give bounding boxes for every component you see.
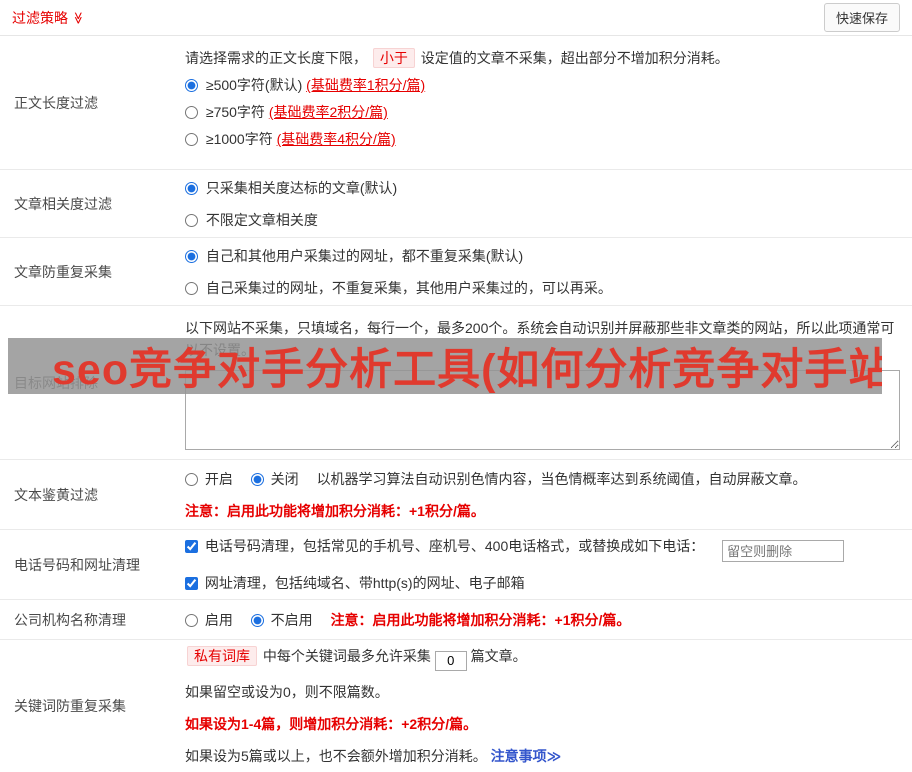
topbar: 过滤策略 ≫ 快速保存	[0, 0, 912, 36]
page-title[interactable]: 过滤策略 ≫	[12, 8, 85, 28]
radio-label: 不限定文章相关度	[205, 211, 318, 228]
watermark-banner: seo竞争对手分析工具(如何分析竞争对手站	[8, 338, 882, 394]
intro-post: 设定值的文章不采集，超出部分不增加积分消耗。	[420, 50, 729, 66]
page: { "colors": { "accent_red": "#e60000", "…	[0, 0, 912, 768]
radio-label: 开启	[204, 470, 233, 487]
relevance-content: 只采集相关度达标的文章(默认) 不限定文章相关度	[185, 170, 912, 237]
private-lexicon-badge: 私有词库	[187, 646, 257, 667]
row-porn-filter: 文本鉴黄过滤 开启 关闭 以机器学习算法自动识别色情内容，当色情概率达到系统阈值…	[0, 460, 912, 530]
radio-label: ≥1000字符	[205, 131, 277, 147]
radio-option-company-enable[interactable]: 启用	[185, 612, 237, 628]
radio-option-1000-chars[interactable]: ≥1000字符 (基础费率4积分/篇)	[185, 128, 900, 150]
radio-1000-chars[interactable]	[185, 133, 198, 146]
less-than-badge: 小于	[372, 48, 415, 68]
company-cost-note: 注意：启用此功能将增加积分消耗：+1积分/篇。	[330, 611, 631, 628]
checkbox-option-url-cleanup[interactable]: 网址清理，包括纯域名、带http(s)的网址、电子邮箱	[185, 575, 525, 591]
radio-option-750-chars[interactable]: ≥750字符 (基础费率2积分/篇)	[185, 101, 900, 123]
chevron-down-icon: ≫	[71, 11, 86, 24]
radio-750-chars[interactable]	[185, 106, 198, 119]
limit-text-mid: 中每个关键词最多允许采集	[262, 648, 435, 665]
checkbox-option-phone-cleanup[interactable]: 电话号码清理，包括常见的手机号、座机号、400电话格式，或替换成如下电话：	[185, 538, 708, 554]
company-label: 公司机构名称清理	[14, 611, 126, 628]
porn-filter-label: 文本鉴黄过滤	[14, 486, 98, 503]
radio-option-porn-off[interactable]: 关闭	[250, 470, 303, 487]
radio-label: 只采集相关度达标的文章(默认)	[205, 179, 398, 196]
keyword-note-zero: 如果留空或设为0，则不限篇数。	[185, 683, 389, 700]
page-title-text: 过滤策略	[12, 9, 68, 26]
keyword-note-five: 如果设为5篇或以上，也不会额外增加积分消耗。 注意事项≫	[185, 745, 900, 767]
radio-dedup-self[interactable]	[185, 281, 198, 295]
radio-company-enable[interactable]	[185, 613, 198, 627]
radio-dedup-global[interactable]	[185, 249, 198, 263]
radio-porn-on[interactable]	[185, 472, 198, 486]
radio-option-company-disable[interactable]: 不启用	[250, 611, 317, 628]
radio-relevance-strict[interactable]	[185, 181, 198, 195]
body-length-content: 请选择需求的正文长度下限， 小于 设定值的文章不采集，超出部分不增加积分消耗。 …	[185, 36, 912, 169]
row-keyword-dedup: 关键词防重复采集 私有词库 中每个关键词最多允许采集 篇文章。 如果留空或设为0…	[0, 640, 912, 772]
radio-label: 自己采集过的网址，不重复采集，其他用户采集过的，可以再采。	[205, 279, 612, 296]
checkbox-url-cleanup[interactable]	[185, 577, 198, 591]
watermark-text: seo竞争对手分析工具(如何分析竞争对手站	[52, 346, 882, 394]
fee-note: (基础费率2积分/篇)	[268, 104, 388, 120]
radio-label: 不启用	[270, 611, 313, 628]
radio-option-relevance-any[interactable]: 不限定文章相关度	[185, 209, 900, 231]
phone-cleanup-line: 电话号码清理，包括常见的手机号、座机号、400电话格式，或替换成如下电话：	[185, 535, 900, 563]
radio-company-disable[interactable]	[250, 613, 264, 627]
row-body-length-filter: 正文长度过滤 请选择需求的正文长度下限， 小于 设定值的文章不采集，超出部分不增…	[0, 36, 912, 170]
phone-url-content: 电话号码清理，包括常见的手机号、座机号、400电话格式，或替换成如下电话： 网址…	[185, 530, 912, 599]
dedup-label: 文章防重复采集	[14, 263, 112, 280]
note-five-text: 如果设为5篇或以上，也不会额外增加积分消耗。	[185, 747, 491, 764]
keyword-dedup-content: 私有词库 中每个关键词最多允许采集 篇文章。 如果留空或设为0，则不限篇数。 如…	[185, 640, 912, 772]
radio-label: ≥750字符	[205, 104, 269, 120]
checkbox-label: 网址清理，包括纯域名、带http(s)的网址、电子邮箱	[204, 575, 525, 592]
radio-label: 启用	[204, 611, 233, 628]
checkbox-label: 电话号码清理，包括常见的手机号、座机号、400电话格式，或替换成如下电话：	[204, 537, 705, 554]
company-options: 启用 不启用 注意：启用此功能将增加积分消耗：+1积分/篇。	[185, 609, 900, 631]
phone-url-label: 电话号码和网址清理	[14, 556, 140, 573]
radio-label: 自己和其他用户采集过的网址，都不重复采集(默认)	[205, 247, 524, 264]
phone-replacement-input[interactable]	[722, 540, 845, 563]
porn-filter-description: 以机器学习算法自动识别色情内容，当色情概率达到系统阈值，自动屏蔽文章。	[316, 470, 807, 487]
dedup-content: 自己和其他用户采集过的网址，都不重复采集(默认) 自己采集过的网址，不重复采集，…	[185, 238, 912, 305]
porn-filter-content: 开启 关闭 以机器学习算法自动识别色情内容，当色情概率达到系统阈值，自动屏蔽文章…	[185, 460, 912, 529]
body-length-label: 正文长度过滤	[14, 94, 98, 111]
company-content: 启用 不启用 注意：启用此功能将增加积分消耗：+1积分/篇。	[185, 600, 912, 639]
fee-note: (基础费率4积分/篇)	[276, 131, 396, 147]
radio-500-chars[interactable]	[185, 79, 198, 92]
keyword-limit-line: 私有词库 中每个关键词最多允许采集 篇文章。	[185, 645, 900, 671]
body-length-intro: 请选择需求的正文长度下限， 小于 设定值的文章不采集，超出部分不增加积分消耗。	[185, 47, 900, 69]
radio-relevance-any[interactable]	[185, 213, 198, 227]
checkbox-phone-cleanup[interactable]	[185, 539, 198, 553]
row-relevance-filter: 文章相关度过滤 只采集相关度达标的文章(默认) 不限定文章相关度	[0, 170, 912, 238]
radio-label: ≥500字符(默认)	[205, 77, 307, 93]
row-company-name-cleanup: 公司机构名称清理 启用 不启用 注意：启用此功能将增加积分消耗：+1积分/篇。	[0, 600, 912, 640]
relevance-label: 文章相关度过滤	[14, 195, 112, 212]
url-cleanup-line: 网址清理，包括纯域名、带http(s)的网址、电子邮箱	[185, 572, 900, 594]
radio-porn-off[interactable]	[250, 472, 264, 486]
radio-option-dedup-self[interactable]: 自己采集过的网址，不重复采集，其他用户采集过的，可以再采。	[185, 277, 900, 299]
row-article-dedup: 文章防重复采集 自己和其他用户采集过的网址，都不重复采集(默认) 自己采集过的网…	[0, 238, 912, 306]
radio-option-porn-on[interactable]: 开启	[185, 471, 237, 487]
porn-filter-options: 开启 关闭 以机器学习算法自动识别色情内容，当色情概率达到系统阈值，自动屏蔽文章…	[185, 468, 900, 490]
quick-save-button[interactable]: 快速保存	[823, 3, 900, 32]
keyword-count-input[interactable]	[434, 650, 467, 671]
notice-link[interactable]: 注意事项≫	[491, 748, 562, 764]
limit-text-end: 篇文章。	[470, 648, 527, 665]
radio-option-dedup-global[interactable]: 自己和其他用户采集过的网址，都不重复采集(默认)	[185, 245, 900, 267]
radio-label: 关闭	[270, 470, 299, 487]
porn-filter-cost-note: 注意：启用此功能将增加积分消耗：+1积分/篇。	[185, 502, 485, 519]
keyword-note-cost: 如果设为1-4篇，则增加积分消耗：+2积分/篇。	[185, 715, 478, 732]
fee-note: (基础费率1积分/篇)	[306, 77, 426, 93]
keyword-dedup-label: 关键词防重复采集	[14, 698, 126, 714]
radio-option-relevance-strict[interactable]: 只采集相关度达标的文章(默认)	[185, 177, 900, 199]
radio-option-500-chars[interactable]: ≥500字符(默认) (基础费率1积分/篇)	[185, 74, 900, 96]
row-phone-url-cleanup: 电话号码和网址清理 电话号码清理，包括常见的手机号、座机号、400电话格式，或替…	[0, 530, 912, 600]
intro-pre: 请选择需求的正文长度下限，	[185, 50, 367, 66]
